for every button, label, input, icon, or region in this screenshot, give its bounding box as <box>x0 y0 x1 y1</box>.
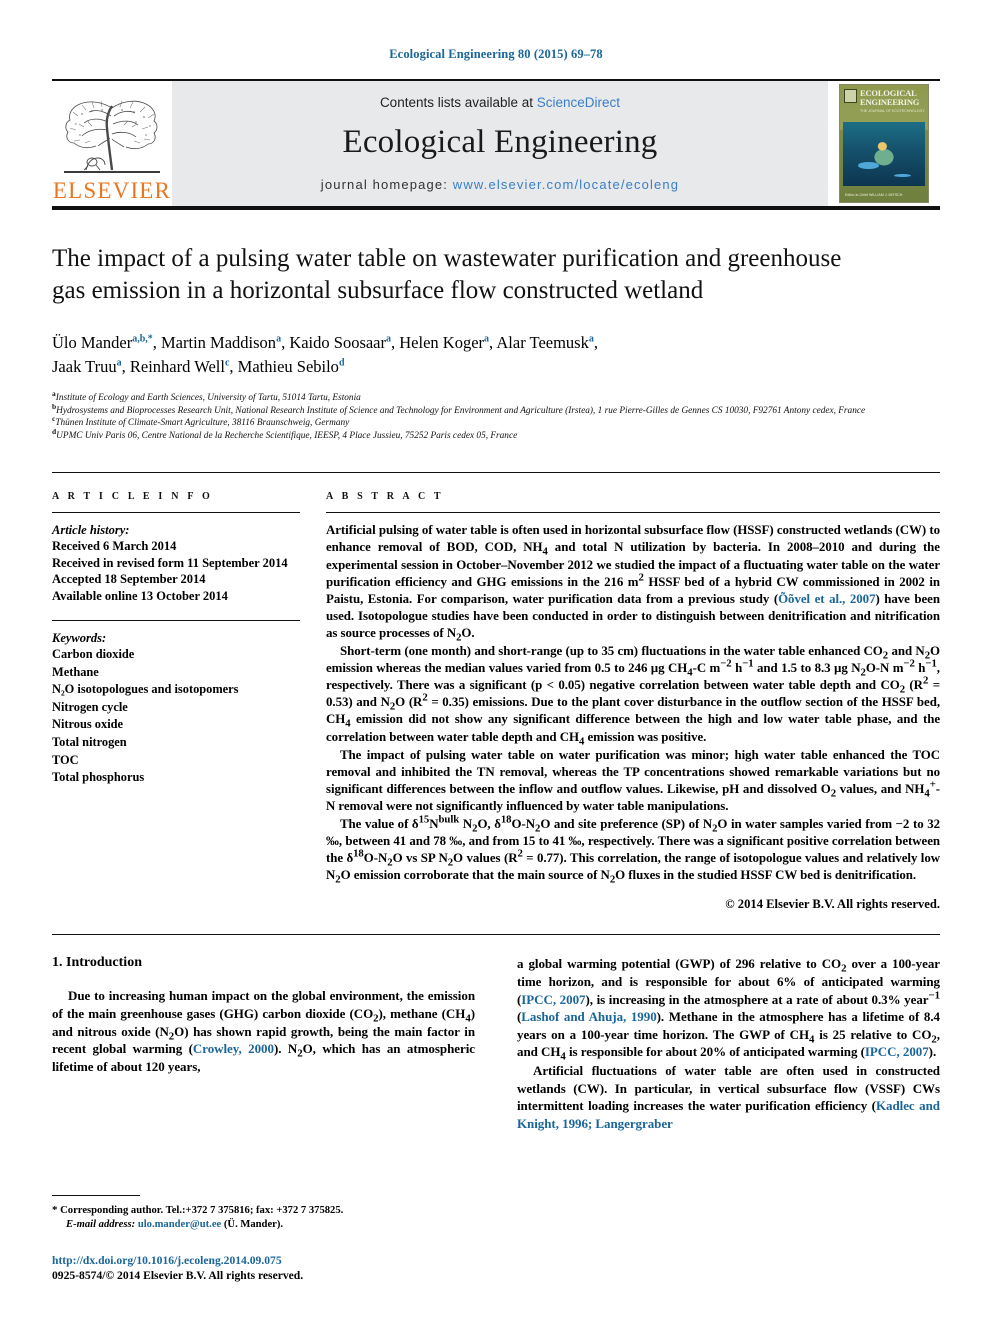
author-name: Reinhard Well <box>129 357 225 376</box>
affiliation-item: aInstitute of Ecology and Earth Sciences… <box>52 388 361 403</box>
email-owner: (Ü. Mander). <box>223 1219 284 1230</box>
author-name: Martin Maddison <box>161 333 277 352</box>
cover-title: ECOLOGICAL ENGINEERING <box>860 88 920 107</box>
divider <box>326 512 940 514</box>
author-affil-marks: a <box>276 333 282 345</box>
abstract-paragraph: The impact of pulsing water table on wat… <box>326 747 941 813</box>
email-note: E-mail address: ulo.mander@ut.ee (Ü. Man… <box>52 1218 452 1232</box>
section-heading-introduction: 1. Introduction <box>52 955 142 971</box>
keyword-item: Total nitrogen <box>52 734 127 749</box>
journal-cover-thumbnail: ECOLOGICAL ENGINEERING THE JOURNAL OF EC… <box>828 81 940 206</box>
elsevier-wordmark: ELSEVIER <box>52 178 172 203</box>
elsevier-logo: ELSEVIER <box>52 81 172 206</box>
journal-homepage-line: journal homepage: www.elsevier.com/locat… <box>321 177 679 192</box>
contents-line: Contents lists available at ScienceDirec… <box>380 95 620 110</box>
email-link[interactable]: ulo.mander@ut.ee <box>138 1219 221 1230</box>
affiliation-item: dUPMC Univ Paris 06, Centre National de … <box>52 426 518 441</box>
doi-link[interactable]: http://dx.doi.org/10.1016/j.ecoleng.2014… <box>52 1253 452 1268</box>
divider <box>52 620 300 621</box>
cover-artwork <box>843 122 925 186</box>
body-columns: 1. Introduction Due to increasing human … <box>52 955 940 1132</box>
journal-banner: Contents lists available at ScienceDirec… <box>172 81 828 206</box>
journal-masthead: ELSEVIER Contents lists available at Sci… <box>52 79 940 210</box>
affiliation-item: bHydrosystems and Bioprocesses Research … <box>52 401 866 416</box>
footnote-divider <box>52 1195 140 1196</box>
author-affil-marks: a <box>484 333 490 345</box>
history-item: Accepted 18 September 2014 <box>52 572 206 587</box>
author-name: Alar Teemusk <box>496 333 589 352</box>
intro-paragraph-right-1: a global warming potential (GWP) of 296 … <box>517 956 941 1063</box>
abstract-paragraph: The value of δ15Nbulk N2O, δ18O-N2O and … <box>326 813 940 886</box>
email-label: E-mail address: <box>66 1219 136 1230</box>
homepage-prefix: journal homepage: <box>320 177 453 192</box>
abstract-paragraph: Artificial pulsing of water table is oft… <box>326 523 940 644</box>
intro-paragraph-right-2: Artificial fluctuations of water table a… <box>517 1062 940 1131</box>
contents-prefix: Contents lists available at <box>379 95 537 110</box>
keyword-item: N₂O isotopologues and isotopomers <box>52 682 239 697</box>
abstract-copyright: © 2014 Elsevier B.V. All rights reserved… <box>725 897 940 912</box>
keywords-label: Keywords: <box>52 631 107 645</box>
history-item: Available online 13 October 2014 <box>52 588 228 603</box>
journal-title: Ecological Engineering <box>342 124 658 160</box>
author-name: Jaak Truu <box>52 357 117 376</box>
keyword-item: Carbon dioxide <box>52 647 135 661</box>
body-divider <box>52 934 940 936</box>
history-item: Received in revised form 11 September 20… <box>52 555 288 570</box>
abstract-paragraph: Short-term (one month) and short-range (… <box>326 644 941 748</box>
affiliation-list: aInstitute of Ecology and Earth Sciences… <box>52 388 932 442</box>
author-affil-marks: d <box>338 357 345 369</box>
keyword-item: Methane <box>52 664 99 679</box>
author-affil-marks: a <box>588 333 594 345</box>
article-info-heading: A R T I C L E I N F O <box>52 491 213 503</box>
intro-paragraph-left: Due to increasing human impact on the gl… <box>52 988 475 1074</box>
elsevier-tree-icon <box>64 100 160 173</box>
article-history-label: Article history: <box>52 523 130 538</box>
article-first-page: Ecological Engineering 80 (2015) 69–78 E… <box>0 0 992 1323</box>
sciencedirect-link[interactable]: ScienceDirect <box>537 95 620 110</box>
author-name: Kaido Soosaar <box>289 333 387 352</box>
author-name: Helen Koger <box>399 333 485 352</box>
keyword-item: Nitrous oxide <box>52 717 124 732</box>
body-column-left: 1. Introduction Due to increasing human … <box>52 955 475 1132</box>
abstract-column: A B S T R A C T Artificial pulsing of wa… <box>326 491 940 912</box>
info-abstract-block: A R T I C L E I N F O Article history: R… <box>52 472 940 912</box>
cover-editor-line: Editor-in-Chief WILLIAM J. MITSCH <box>845 193 903 198</box>
body-column-right: a global warming potential (GWP) of 296 … <box>517 955 940 1132</box>
cover-subtitle: THE JOURNAL OF ECOTECHNOLOGY <box>860 109 925 113</box>
issn-copyright-line: 0925-8574/© 2014 Elsevier B.V. All right… <box>52 1269 304 1282</box>
running-head: Ecological Engineering 80 (2015) 69–78 <box>389 47 603 61</box>
author-affil-marks: a <box>116 357 122 369</box>
abstract-heading: A B S T R A C T <box>326 491 444 503</box>
footnote-area: * Corresponding author. Tel.:+372 7 3758… <box>52 1195 452 1283</box>
author-affil-marks: a <box>386 333 392 345</box>
keyword-item: TOC <box>52 752 79 767</box>
author-affil-marks: a,b,* <box>132 333 153 345</box>
author-list: Ülo Mandera,b,*, Martin Maddisona, Kaido… <box>52 333 598 376</box>
author-affil-marks: c <box>224 357 230 369</box>
keyword-item: Nitrogen cycle <box>52 699 128 714</box>
author-name: Ülo Mander <box>52 333 133 352</box>
affiliation-item: cThünen Institute of Climate-Smart Agric… <box>52 414 350 429</box>
corresponding-author-note: * Corresponding author. Tel.:+372 7 3758… <box>52 1204 344 1216</box>
author-name: Mathieu Sebilo <box>237 357 339 376</box>
footnote-marker: * <box>52 1204 58 1216</box>
homepage-url-link[interactable]: www.elsevier.com/locate/ecoleng <box>453 177 679 192</box>
article-info-column: A R T I C L E I N F O Article history: R… <box>52 491 300 912</box>
divider <box>52 512 300 514</box>
doi-block: http://dx.doi.org/10.1016/j.ecoleng.2014… <box>52 1253 452 1283</box>
history-item: Received 6 March 2014 <box>52 539 177 554</box>
cover-image: ECOLOGICAL ENGINEERING THE JOURNAL OF EC… <box>839 84 929 203</box>
cover-publisher-mark-icon <box>844 89 857 103</box>
keyword-item: Total phosphorus <box>52 770 145 785</box>
page-title: The impact of a pulsing water table on w… <box>52 245 842 304</box>
